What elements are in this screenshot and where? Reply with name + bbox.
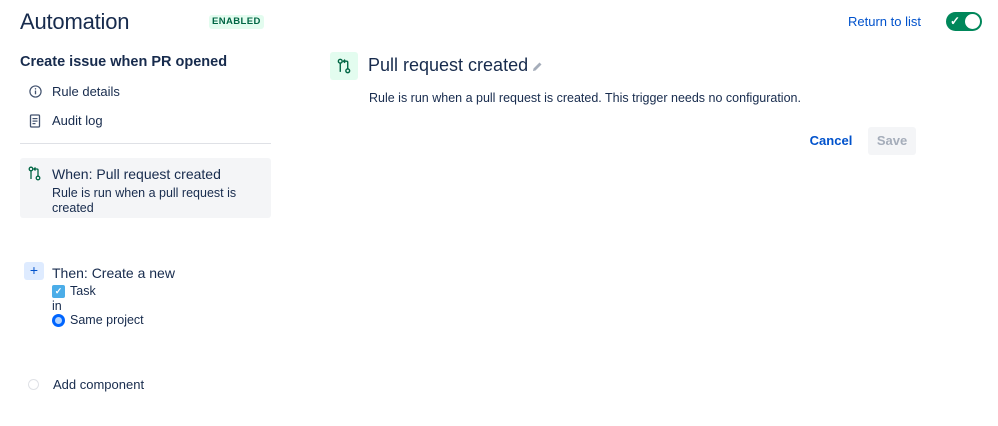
detail-description: Rule is run when a pull request is creat…: [369, 91, 801, 105]
divider: [20, 143, 271, 144]
cancel-button[interactable]: Cancel: [805, 127, 857, 155]
trigger-component[interactable]: When: Pull request created Rule is run w…: [20, 158, 271, 218]
sidebar-item-rule-details[interactable]: Rule details: [28, 84, 120, 99]
sidebar-item-label: Audit log: [52, 113, 103, 128]
action-title: Then: Create a new: [52, 265, 175, 281]
project-label: Same project: [70, 313, 144, 327]
detail-title: Pull request created: [368, 55, 529, 75]
project-icon: [52, 313, 65, 327]
trigger-description: Rule is run when a pull request is creat…: [52, 186, 237, 215]
add-component-label: Add component: [53, 377, 145, 392]
status-badge: ENABLED: [209, 15, 264, 29]
action-project: Same project: [52, 313, 144, 327]
plus-icon[interactable]: +: [24, 262, 44, 280]
task-icon: ✓: [52, 284, 65, 298]
circle-icon: [28, 379, 39, 390]
add-component-button[interactable]: Add component: [28, 377, 144, 392]
sidebar-item-label: Rule details: [52, 84, 120, 99]
page-title: Automation: [20, 9, 130, 34]
return-to-list-link[interactable]: Return to list: [848, 14, 921, 29]
action-connector: in: [52, 299, 62, 313]
info-icon: [28, 85, 42, 99]
trigger-title: When: Pull request created: [52, 166, 221, 182]
action-component[interactable]: + Then: Create a new ✓ Task in Same proj…: [24, 262, 271, 334]
rule-name: Create issue when PR opened: [20, 54, 228, 70]
toggle-knob: [965, 14, 980, 29]
rule-enabled-toggle[interactable]: ✓: [946, 12, 982, 31]
check-icon: ✓: [950, 14, 961, 28]
pull-request-icon: [330, 52, 358, 80]
pull-request-icon: [28, 166, 41, 186]
pencil-icon[interactable]: [531, 60, 543, 78]
save-button[interactable]: Save: [868, 127, 916, 155]
action-issue-type: ✓ Task: [52, 284, 96, 298]
sidebar-item-audit-log[interactable]: Audit log: [28, 113, 103, 128]
document-icon: [28, 113, 42, 128]
issue-type-label: Task: [70, 284, 96, 298]
